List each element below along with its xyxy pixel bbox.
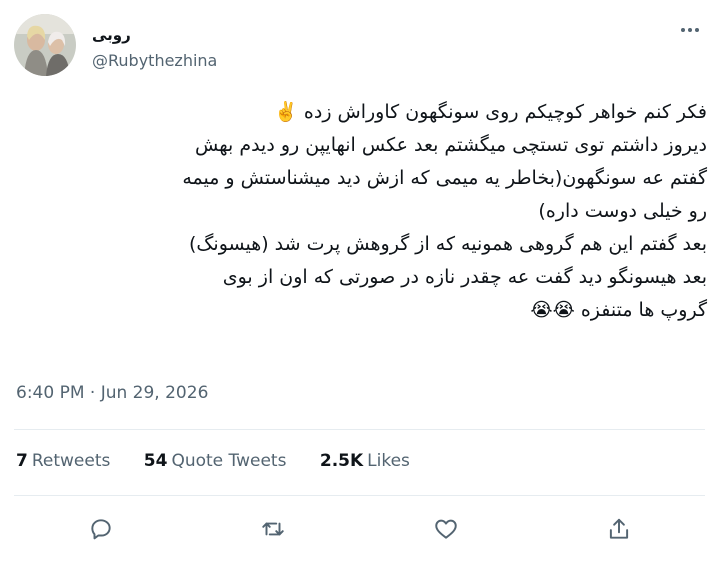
divider bbox=[14, 429, 705, 430]
reply-icon[interactable] bbox=[84, 512, 118, 546]
tweet-line: گفتم عه سونگهون(بخاطر یه میمی که ازش دید… bbox=[182, 167, 707, 189]
tweet-line: رو خیلی دوست داره) bbox=[538, 200, 707, 222]
divider bbox=[14, 495, 705, 496]
retweets-count: 7 bbox=[16, 451, 28, 471]
tweet-line: بعد هیسونگو دید گفت عه چقدر نازه در صورت… bbox=[222, 266, 707, 288]
user-handle[interactable]: @Rubythezhina bbox=[92, 51, 217, 70]
display-name[interactable]: روبی bbox=[92, 26, 131, 44]
tweet-line: گروپ ها متنفزه 😭😭 bbox=[530, 299, 707, 321]
retweets-stat[interactable]: 7 Retweets bbox=[16, 451, 110, 471]
likes-stat[interactable]: 2.5K Likes bbox=[320, 451, 410, 471]
tweet-timestamp[interactable]: 6:40 PM · Jun 29, 2026 bbox=[16, 383, 208, 403]
tweet-line: فکر کنم خواهر کوچیکم روی سونگهون کاوراش … bbox=[274, 101, 707, 123]
retweet-icon[interactable] bbox=[256, 512, 290, 546]
avatar[interactable] bbox=[14, 14, 76, 76]
tweet-actions bbox=[0, 512, 719, 546]
tweet-text: فکر کنم خواهر کوچیکم روی سونگهون کاوراش … bbox=[17, 96, 707, 327]
quote-tweets-label: Quote Tweets bbox=[171, 451, 287, 471]
likes-label: Likes bbox=[367, 451, 410, 471]
tweet-stats: 7 Retweets 54 Quote Tweets 2.5K Likes bbox=[16, 451, 438, 471]
likes-count: 2.5K bbox=[319, 451, 364, 471]
quote-tweets-count: 54 bbox=[143, 451, 168, 471]
tweet-line: دیروز داشتم توی تستچی میگشتم بعد عکس انه… bbox=[195, 134, 707, 156]
more-options-icon[interactable] bbox=[676, 20, 704, 40]
share-icon[interactable] bbox=[602, 512, 636, 546]
quote-tweets-stat[interactable]: 54 Quote Tweets bbox=[144, 451, 287, 471]
tweet-line: بعد گفتم این هم گروهی همونیه که از گروهش… bbox=[188, 233, 707, 255]
like-icon[interactable] bbox=[429, 512, 463, 546]
retweets-label: Retweets bbox=[31, 451, 111, 471]
